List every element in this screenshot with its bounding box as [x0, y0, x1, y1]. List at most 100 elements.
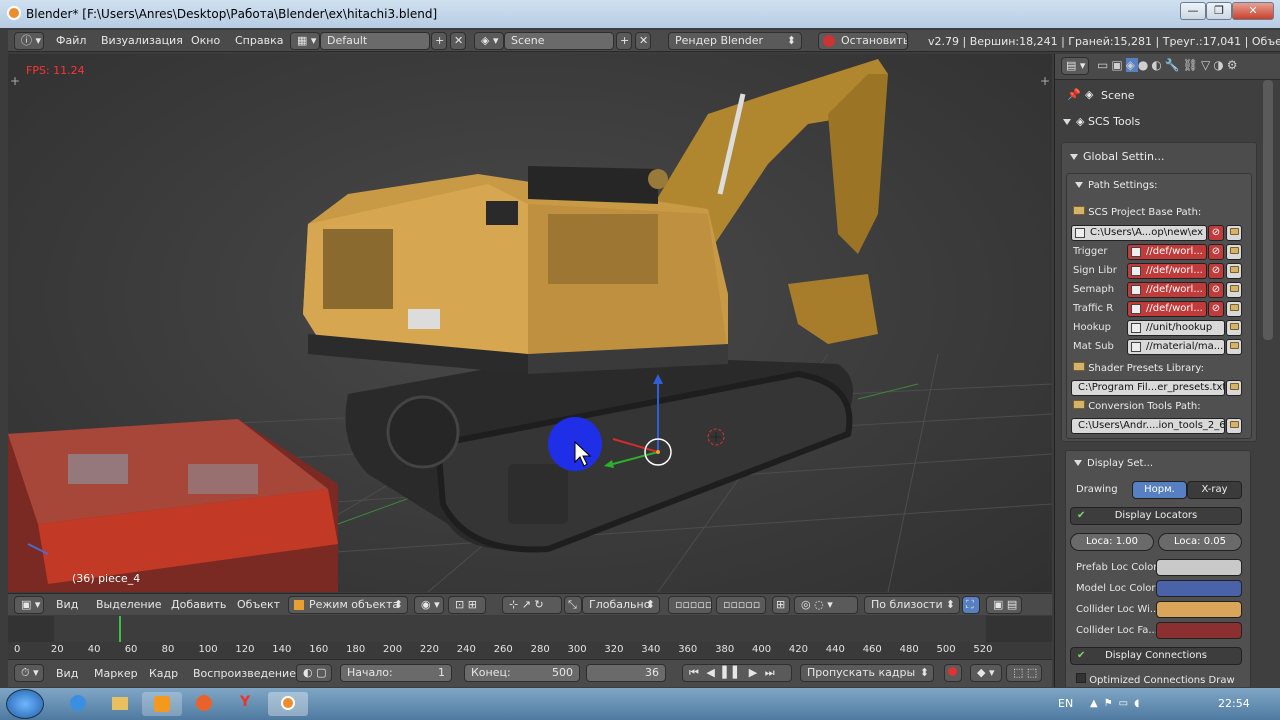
media-player-icon[interactable]: [142, 692, 182, 716]
global-settings-header[interactable]: Global Settin...: [1070, 150, 1164, 163]
display-connections-toggle[interactable]: ✔ Display Connections: [1070, 647, 1242, 665]
clock[interactable]: 22:54: [1218, 697, 1250, 710]
path-row-field[interactable]: //def/worl...: [1127, 301, 1207, 317]
snap-toggle-icon[interactable]: ⛶: [962, 596, 980, 614]
keying-set-icon[interactable]: ◆ ▾: [970, 664, 1002, 682]
timeline-area[interactable]: 0 20 40 60 80 100 120 140 160 180 200 220 240 260 280 3…: [8, 616, 1052, 658]
menu-frame[interactable]: Кадр: [149, 667, 178, 680]
drawing-xray-toggle[interactable]: X-ray: [1187, 481, 1242, 499]
remove-layout-icon[interactable]: ✕: [450, 32, 466, 50]
toolshelf-plus-icon[interactable]: +: [10, 74, 20, 88]
shader-presets-field[interactable]: C:\Program Fil...er_presets.txt: [1071, 380, 1225, 396]
scene-selector[interactable]: Scene: [504, 32, 614, 50]
pivot-select[interactable]: ⊡ ⊞: [448, 596, 486, 614]
manipulator-toggles[interactable]: ⊹ ↗ ↻: [502, 596, 562, 614]
menu-marker[interactable]: Маркер: [94, 667, 138, 680]
layers-block-1[interactable]: ▫▫▫▫▫: [668, 596, 712, 614]
menu-help[interactable]: Справка: [235, 34, 283, 47]
render-preview-icons[interactable]: ▣ ▤: [986, 596, 1022, 614]
end-frame-field[interactable]: Конец: 500: [464, 664, 580, 682]
stop-button[interactable]: Остановить: [818, 32, 908, 50]
explorer-icon[interactable]: [100, 692, 140, 716]
mode-select[interactable]: Режим объекта ⬍: [288, 596, 408, 614]
path-row-field[interactable]: //def/worl...: [1127, 282, 1207, 298]
scs-tools-header[interactable]: ◈ SCS Tools: [1063, 115, 1140, 128]
remove-scene-icon[interactable]: ✕: [635, 32, 651, 50]
locator-size-field[interactable]: Loca: 1.00: [1070, 533, 1154, 551]
path-row-field[interactable]: //def/worl...: [1127, 263, 1207, 279]
path-invalid-icon[interactable]: ⊘: [1208, 244, 1224, 260]
menu-render[interactable]: Визуализация: [101, 34, 183, 47]
menu-select[interactable]: Выделение: [96, 598, 162, 611]
menu-object[interactable]: Объект: [237, 598, 280, 611]
browse-folder-icon[interactable]: [1226, 320, 1242, 336]
current-frame-field[interactable]: 36: [586, 664, 666, 682]
menu-window[interactable]: Окно: [191, 34, 220, 47]
start-button[interactable]: [6, 689, 44, 719]
drawing-normal-toggle[interactable]: Норм.: [1132, 481, 1187, 499]
record-button[interactable]: [944, 664, 962, 682]
scale-manipulator-icon[interactable]: ⤡: [564, 596, 582, 614]
layers-block-2[interactable]: ▫▫▫▫▫: [716, 596, 766, 614]
menu-view[interactable]: Вид: [56, 598, 78, 611]
tray-icons[interactable]: ▲⚑▭◖: [1090, 698, 1145, 709]
path-invalid-icon[interactable]: ⊘: [1208, 263, 1224, 279]
firefox-icon[interactable]: [184, 692, 224, 716]
render-engine-select[interactable]: Рендер Blender ⬍: [668, 32, 802, 50]
properties-context-icons[interactable]: ▭▣◈●◐🔧⛓▽◑⚙: [1097, 58, 1241, 72]
preview-range-toggle[interactable]: ◐ ▢: [296, 664, 332, 682]
path-invalid-icon[interactable]: ⊘: [1208, 225, 1224, 241]
path-invalid-icon[interactable]: ⊘: [1208, 282, 1224, 298]
snap-select[interactable]: По близости ⬍: [864, 596, 960, 614]
menu-timeline-view[interactable]: Вид: [56, 667, 78, 680]
browse-folder-icon[interactable]: [1226, 225, 1242, 241]
layout-selector[interactable]: Default: [320, 32, 430, 50]
add-scene-icon[interactable]: +: [616, 32, 632, 50]
properties-scrollbar[interactable]: [1263, 80, 1273, 340]
yandex-icon[interactable]: Y: [226, 692, 266, 716]
menu-add[interactable]: Добавить: [171, 598, 226, 611]
sync-mode-select[interactable]: Пропускать кадры ⬍: [800, 664, 934, 682]
path-row-field[interactable]: //def/worl...: [1127, 244, 1207, 260]
menu-file[interactable]: Файл: [56, 34, 86, 47]
orientation-select[interactable]: Глобально ⬍: [582, 596, 660, 614]
scene-icon[interactable]: ◈ ▾: [474, 32, 504, 50]
browse-folder-icon[interactable]: [1226, 339, 1242, 355]
proportional-edit-select[interactable]: ◎ ◌ ▾: [794, 596, 858, 614]
color-swatch[interactable]: [1156, 601, 1242, 618]
browse-folder-icon[interactable]: [1226, 282, 1242, 298]
properties-region-plus-icon[interactable]: +: [1040, 74, 1050, 88]
keyframe-insert-icons[interactable]: ⬚ ⬚: [1006, 664, 1042, 682]
browse-conversion-tools-icon[interactable]: [1226, 418, 1242, 434]
optimized-connections-row[interactable]: Optimized Connections Draw: [1076, 673, 1235, 686]
blender-taskbar-icon[interactable]: [268, 692, 308, 716]
path-settings-header[interactable]: Path Settings:: [1075, 180, 1158, 191]
path-row-field[interactable]: //material/ma...: [1127, 339, 1225, 355]
menu-playback[interactable]: Воспроизведение: [193, 667, 296, 680]
browse-folder-icon[interactable]: [1226, 244, 1242, 260]
conversion-tools-field[interactable]: C:\Users\Andr....ion_tools_2_6\: [1071, 418, 1225, 434]
current-frame-line[interactable]: [119, 616, 121, 642]
path-row-field[interactable]: //unit/hookup: [1127, 320, 1225, 336]
browse-folder-icon[interactable]: [1226, 263, 1242, 279]
display-locators-toggle[interactable]: ✔ Display Locators: [1070, 507, 1242, 525]
color-swatch[interactable]: [1156, 580, 1242, 597]
path-invalid-icon[interactable]: ⊘: [1208, 301, 1224, 317]
pin-icon[interactable]: 📌: [1067, 88, 1081, 101]
ie-icon[interactable]: [58, 692, 98, 716]
display-settings-header[interactable]: Display Set...: [1074, 458, 1153, 469]
layers-lock-icon[interactable]: ⊞: [772, 596, 790, 614]
playback-controls[interactable]: ⏮ ◀ ▌▌ ▶ ⏭: [682, 664, 792, 682]
browse-folder-icon[interactable]: [1226, 301, 1242, 317]
editor-type-button[interactable]: ⓘ ▾: [14, 32, 44, 50]
editor-type-3d-button[interactable]: ▣ ▾: [14, 596, 44, 614]
browse-shader-presets-icon[interactable]: [1226, 380, 1242, 396]
project-base-path-field[interactable]: C:\Users\A...op\new\ex: [1071, 225, 1207, 241]
editor-type-timeline-button[interactable]: ⏱ ▾: [14, 664, 44, 682]
editor-type-properties-button[interactable]: ▤ ▾: [1061, 57, 1089, 75]
language-indicator[interactable]: EN: [1058, 697, 1073, 710]
maximize-button[interactable]: ❐: [1206, 2, 1232, 20]
locator-empty-size-field[interactable]: Loca: 0.05: [1158, 533, 1242, 551]
start-frame-field[interactable]: Начало: 1: [340, 664, 452, 682]
color-swatch[interactable]: [1156, 559, 1242, 576]
